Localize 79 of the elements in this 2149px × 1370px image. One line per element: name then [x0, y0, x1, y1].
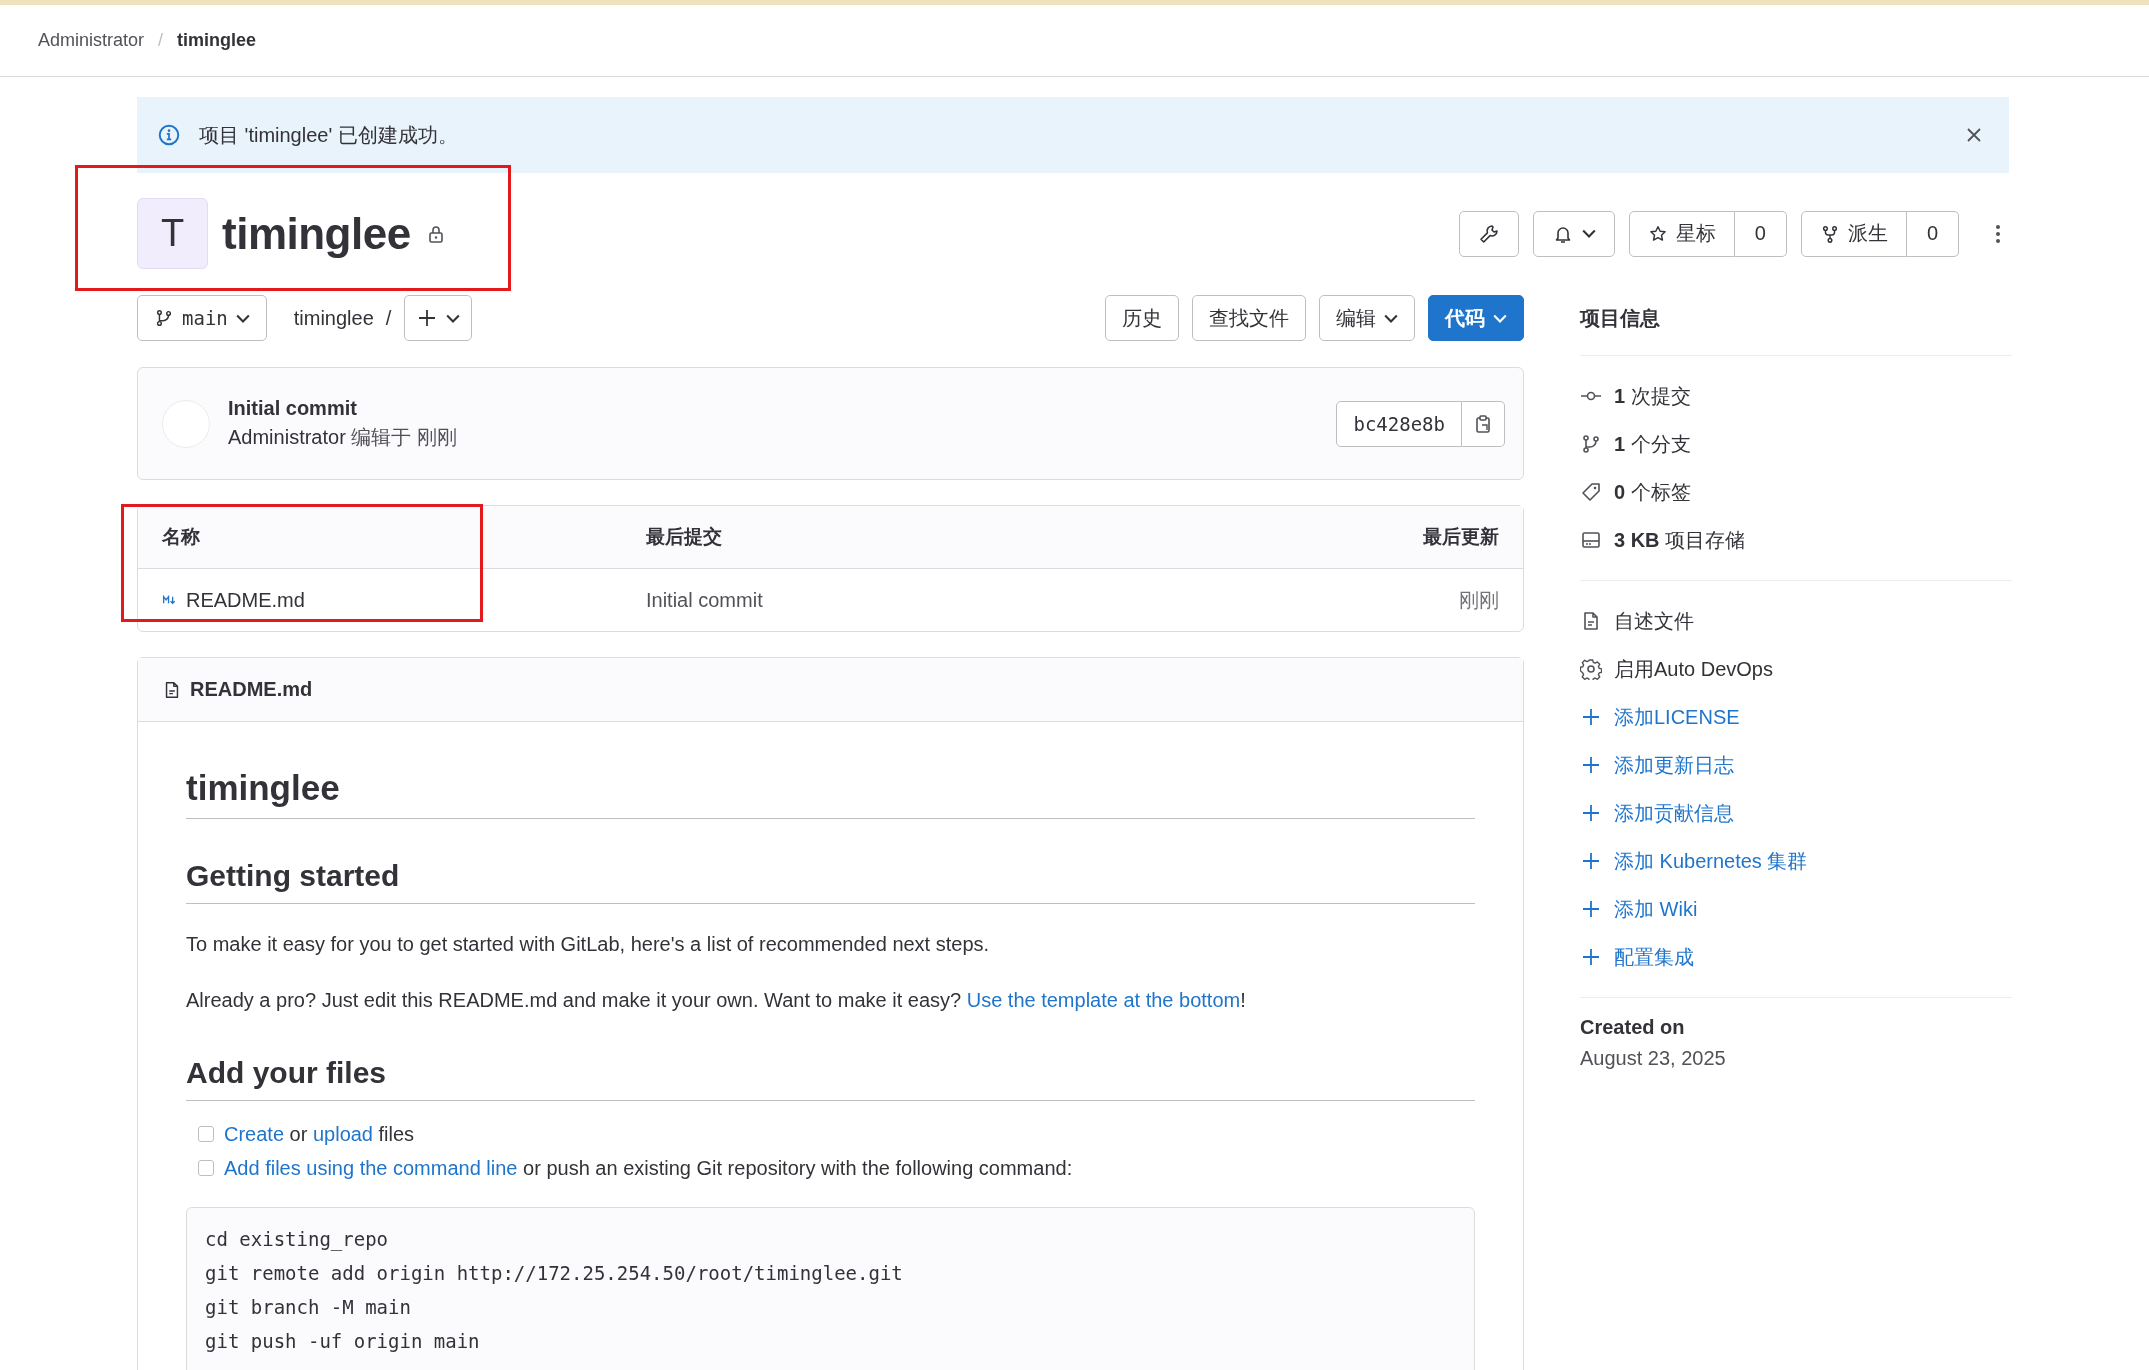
plus-icon — [1580, 754, 1602, 776]
link[interactable]: Use the template at the bottom — [966, 989, 1241, 1011]
toolbar-button[interactable]: 历史 — [1105, 295, 1179, 341]
table-cell: Initial commit — [622, 568, 1136, 631]
sidebar-link[interactable]: 添加 Kubernetes 集群 — [1614, 847, 1808, 875]
project-stat[interactable]: 1 个分支 — [1614, 430, 1691, 458]
link[interactable]: Create — [224, 1123, 285, 1145]
star-count[interactable]: 0 — [1734, 210, 1787, 257]
caret-icon — [1581, 229, 1596, 238]
caret-icon — [1493, 313, 1507, 323]
created-label: Created on — [1580, 1016, 1686, 1039]
sidebar-link[interactable]: 配置集成 — [1614, 943, 1694, 971]
readme-title: timinglee — [186, 768, 340, 807]
readme-filename: README.md — [190, 678, 313, 701]
column-header: 最后提交 — [622, 506, 1136, 569]
sidebar-link[interactable]: 添加 Wiki — [1614, 895, 1698, 923]
breadcrumb-separator: / — [158, 30, 164, 51]
copy-button[interactable] — [1462, 400, 1505, 447]
task-checkbox[interactable] — [198, 1126, 214, 1142]
plus-icon — [1580, 802, 1602, 824]
link[interactable]: upload — [312, 1123, 373, 1145]
task-item-text: Create or upload files — [224, 1122, 415, 1147]
commit-title[interactable]: Initial commit — [228, 396, 1319, 420]
project-stat[interactable]: 0 个标签 — [1614, 478, 1691, 506]
project-avatar: T — [137, 198, 208, 269]
path-separator: / — [385, 306, 392, 330]
breadcrumb-link[interactable]: timinglee — [177, 30, 257, 51]
project-stat[interactable]: 1 次提交 — [1614, 382, 1691, 410]
table-cell: 刚刚 — [1136, 568, 1523, 631]
code-dropdown-button[interactable]: 代码 — [1428, 295, 1524, 341]
section-heading: Add your files — [186, 1056, 387, 1089]
plus-icon — [1580, 946, 1602, 968]
paragraph: Already a pro? Just edit this README.md and make it your own. Want to make it easy? Use the template at the bottom! — [186, 988, 1247, 1013]
sidebar-link[interactable]: 添加LICENSE — [1614, 703, 1740, 731]
sidebar-heading: 项目信息 — [1580, 305, 1660, 331]
breadcrumb-link[interactable]: Administrator — [38, 30, 145, 51]
sidebar-link[interactable]: 添加贡献信息 — [1614, 799, 1734, 827]
column-header: 最后更新 — [1136, 506, 1523, 569]
star-icon — [1647, 223, 1668, 244]
task-checkbox[interactable] — [198, 1160, 214, 1176]
notification-button[interactable] — [1532, 210, 1615, 257]
wrench-icon — [1477, 222, 1500, 245]
commit-sha[interactable]: bc428e8b — [1336, 400, 1462, 447]
caret-icon — [235, 313, 250, 323]
plus-icon — [1580, 706, 1602, 728]
alert-message: 项目 'timinglee' 已创建成功。 — [199, 122, 459, 148]
settings-button[interactable] — [1458, 210, 1519, 257]
branch-selector[interactable]: main — [137, 295, 267, 341]
gear-icon — [1580, 658, 1602, 680]
project-stat[interactable]: 3 KB 项目存储 — [1614, 526, 1746, 554]
sidebar-link[interactable]: 启用Auto DevOps — [1614, 655, 1773, 683]
star-button[interactable]: 星标 — [1628, 210, 1735, 257]
sidebar-link[interactable]: 添加更新日志 — [1614, 751, 1734, 779]
branch-icon — [1580, 433, 1602, 455]
info-icon — [157, 123, 181, 147]
caret-icon — [1384, 313, 1398, 323]
paragraph: To make it easy for you to get started with GitLab, here's a list of recommended next steps. — [186, 932, 991, 957]
toolbar-button[interactable]: 查找文件 — [1192, 295, 1306, 341]
caret-icon — [446, 313, 461, 323]
created-date: August 23, 2025 — [1580, 1047, 1727, 1070]
code-block: cd existing_repo git remote add origin http://172.25.254.50/root/timinglee.git git branch -M main git push -uf origin main — [186, 1207, 1475, 1370]
tag-icon — [1580, 481, 1602, 503]
link[interactable]: Add files using the command line — [224, 1157, 518, 1179]
task-item-text: Add files using the command line or push an existing Git repository with the following command: — [224, 1156, 1073, 1181]
sidebar-link[interactable]: 自述文件 — [1614, 607, 1694, 635]
add-dropdown-button[interactable] — [404, 295, 473, 341]
fork-button[interactable]: 派生 — [1800, 210, 1907, 257]
file-link[interactable]: README.md — [162, 588, 598, 612]
toolbar-button[interactable]: 编辑 — [1319, 295, 1415, 341]
repo-path-link[interactable]: timinglee — [293, 306, 374, 330]
fork-count[interactable]: 0 — [1906, 210, 1959, 257]
plus-icon — [1580, 850, 1602, 872]
section-heading: Getting started — [186, 859, 400, 892]
project-title: timinglee — [222, 208, 411, 259]
column-header: 名称 — [138, 506, 622, 569]
commit-meta: Administrator 编辑于 刚刚 — [228, 424, 458, 450]
plus-icon — [1580, 898, 1602, 920]
storage-icon — [1580, 529, 1602, 551]
branch-icon — [154, 308, 174, 328]
